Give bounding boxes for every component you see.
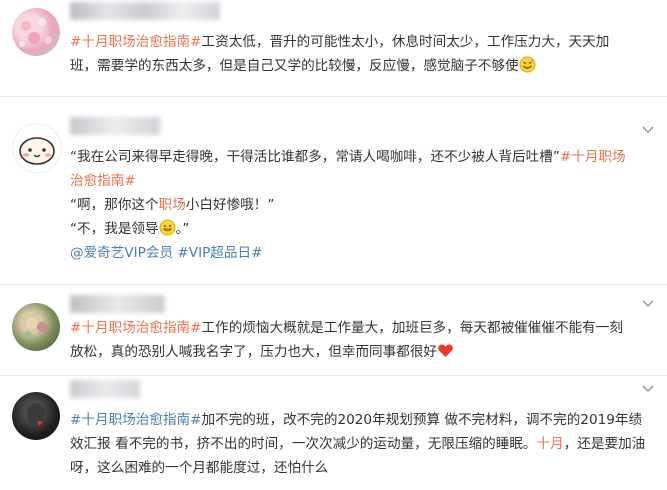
post-text-segment: 班，需要学的东西太多，但是自己又学的比较慢，反应慢，感觉脑子不够使 <box>70 58 519 74</box>
post-text-segment: “我在公司来得早走得晚，干得活比谁都多，常请人喝咖啡，还不少被人背后吐槽” <box>70 149 560 165</box>
post-text-segment: 放松，真的恐别人喊我名字了，压力也大，但幸而同事都很好 <box>70 344 438 360</box>
chevron-down-icon[interactable] <box>641 384 655 394</box>
feed-post-4: #十月职场治愈指南#加不完的班，改不完的2020年规划预算 做不完材料，调不完的… <box>0 376 667 490</box>
post-text-segment: 工资太低，晋升的可能性太小，休息时间太少，工作压力大，天天加 <box>201 34 610 50</box>
keyword-highlight[interactable]: 十月 <box>537 436 564 452</box>
topic-tag[interactable]: #十月职场治愈指南# <box>70 34 202 50</box>
dark-portrait-photo-icon <box>27 403 45 426</box>
avatar[interactable] <box>12 392 60 440</box>
post-text-segment: 小白好惨哦！” <box>185 197 275 213</box>
post-text-segment: 加不完的班，改不完的2020年规划预算 做不完材料，调不完的2019年绩 <box>201 412 643 428</box>
post-text: #十月职场治愈指南#加不完的班，改不完的2020年规划预算 做不完材料，调不完的… <box>70 408 655 480</box>
username-blurred[interactable] <box>70 2 220 20</box>
post-text: #十月职场治愈指南#工资太低，晋升的可能性太小，休息时间太少，工作压力大，天天加… <box>70 30 655 78</box>
username-blurred[interactable] <box>70 295 165 313</box>
topic-tag-continued[interactable]: 治愈指南# <box>70 173 136 189</box>
post-text-segment: “啊，那你这个 <box>70 197 159 213</box>
keyword-highlight[interactable]: 职场 <box>159 197 186 213</box>
feed-post-2: “我在公司来得早走得晚，干得活比谁都多，常请人喝咖啡，还不少被人背后吐槽”#十月… <box>0 97 667 282</box>
chevron-down-icon[interactable] <box>641 299 655 309</box>
post-text-segment: ，还是要加油 <box>563 436 646 452</box>
post-text-segment: 。” <box>175 221 190 237</box>
feed-post-1: #十月职场治愈指南#工资太低，晋升的可能性太小，休息时间太少，工作压力大，天天加… <box>0 0 667 96</box>
topic-tag[interactable]: #十月职场治愈指南# <box>70 320 202 336</box>
sweat-smile-emoji-icon <box>519 56 536 81</box>
username-blurred[interactable] <box>70 380 140 398</box>
post-text: “我在公司来得早走得晚，干得活比谁都多，常请人喝咖啡，还不少被人背后吐槽”#十月… <box>70 145 655 265</box>
post-text-segment: 效汇报 看不完的书，挤不出的时间，一次次减少的运动量，无限压缩的睡眠。 <box>70 436 537 452</box>
red-heart-emoji-icon <box>437 342 454 367</box>
feed-post-3: #十月职场治愈指南#工作的烦恼大概就是工作量大，加班巨多，每天都被催催催不能有一… <box>0 285 667 375</box>
post-text-segment: 呀，这么困难的一个月都能度过，还怕什么 <box>70 460 329 476</box>
username-blurred[interactable] <box>70 117 160 135</box>
post-text: #十月职场治愈指南#工作的烦恼大概就是工作量大，加班巨多，每天都被催催催不能有一… <box>70 316 655 364</box>
topic-tag[interactable]: #十月职场 <box>560 149 626 165</box>
cartoon-face-icon <box>19 137 55 165</box>
avatar[interactable] <box>12 8 60 56</box>
topic-tag[interactable]: #十月职场治愈指南# <box>70 412 202 428</box>
flower-photo-icon <box>24 317 47 339</box>
avatar[interactable] <box>12 303 60 351</box>
chevron-down-icon[interactable] <box>641 125 655 135</box>
topic-tag[interactable]: #VIP超品日# <box>177 245 262 261</box>
post-text-segment: 工作的烦恼大概就是工作量大，加班巨多，每天都被催催催不能有一刻 <box>201 320 623 336</box>
cherry-blossom-photo-icon <box>19 18 52 47</box>
mention-link[interactable]: @爱奇艺VIP会员 <box>70 245 173 261</box>
post-text-segment: “不，我是领导 <box>70 221 159 237</box>
avatar[interactable] <box>12 123 62 173</box>
